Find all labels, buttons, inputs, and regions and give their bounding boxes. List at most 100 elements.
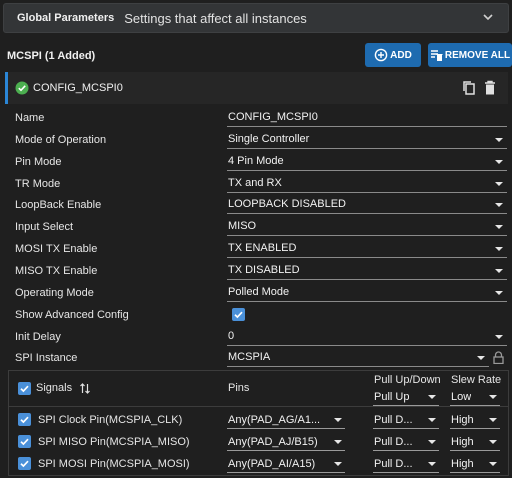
field-label: Pin Mode <box>15 156 62 168</box>
dropdown-caret-icon <box>495 247 503 251</box>
init-delay-select[interactable]: 0 <box>227 327 507 346</box>
signal-name: SPI MOSI Pin(MCSPIA_MOSI) <box>38 458 190 470</box>
tr-mode-select[interactable]: TX and RX <box>227 174 507 193</box>
signal-row: SPI Clock Pin(MCSPIA_CLK) Any(PAD_AG/A1.… <box>9 409 508 431</box>
name-input[interactable]: CONFIG_MCSPI0 <box>227 108 507 127</box>
dropdown-caret-icon <box>334 462 342 466</box>
pull-select[interactable]: Pull D... <box>373 411 439 429</box>
module-header: MCSPI (1 Added) ADD REMOVE ALL <box>4 42 512 70</box>
remove-list-icon <box>430 49 443 61</box>
dropdown-caret-icon <box>477 356 485 360</box>
field-row-spi-instance: SPI Instance MCSPIA <box>0 347 512 369</box>
dropdown-caret-icon <box>489 395 497 399</box>
show-advanced-config-checkbox[interactable] <box>232 308 245 321</box>
checkmark-icon <box>20 438 29 446</box>
field-label: Show Advanced Config <box>15 309 129 321</box>
field-row-operating-mode: Operating Mode Polled Mode <box>0 282 512 304</box>
pull-value: Pull D... <box>374 436 413 448</box>
field-row-input-select: Input Select MISO <box>0 216 512 238</box>
slew-all-value: Low <box>451 391 472 403</box>
field-label: Mode of Operation <box>15 134 107 146</box>
config-instance-item[interactable]: CONFIG_MCSPI0 <box>5 72 508 104</box>
config-instance-name: CONFIG_MCSPI0 <box>33 82 123 94</box>
pin-select[interactable]: Any(PAD_AG/A1... <box>227 411 345 429</box>
slew-value: High <box>451 414 474 426</box>
pin-mode-select[interactable]: 4 Pin Mode <box>227 152 507 171</box>
signal-row-checkbox[interactable] <box>18 435 31 448</box>
dropdown-caret-icon <box>495 335 503 339</box>
slew-value: High <box>451 436 474 448</box>
dropdown-caret-icon <box>495 182 503 186</box>
global-parameters-description: Settings that affect all instances <box>124 10 307 26</box>
field-row-show-advanced-config: Show Advanced Config <box>0 304 512 326</box>
field-value: LOOPBACK DISABLED <box>228 198 346 210</box>
remove-all-button[interactable]: REMOVE ALL <box>428 43 512 67</box>
checkmark-icon <box>20 460 29 468</box>
signal-row-checkbox[interactable] <box>18 413 31 426</box>
field-row-name: Name CONFIG_MCSPI0 <box>0 107 512 129</box>
field-row-mode-of-operation: Mode of Operation Single Controller <box>0 129 512 151</box>
field-label: MOSI TX Enable <box>15 243 98 255</box>
dropdown-caret-icon <box>334 418 342 422</box>
spi-instance-select[interactable]: MCSPIA <box>227 348 489 367</box>
field-label: Input Select <box>15 221 74 233</box>
add-button[interactable]: ADD <box>365 43 421 67</box>
global-parameters-bar[interactable]: Global Parameters Settings that affect a… <box>3 3 509 33</box>
dropdown-caret-icon <box>495 160 503 164</box>
add-button-label: ADD <box>390 49 412 61</box>
field-value: 4 Pin Mode <box>228 155 284 167</box>
pin-select[interactable]: Any(PAD_AJ/B15) <box>227 433 345 451</box>
field-label: TR Mode <box>15 178 61 190</box>
dropdown-caret-icon <box>428 418 436 422</box>
field-value: TX ENABLED <box>228 242 297 254</box>
dropdown-caret-icon <box>495 225 503 229</box>
checkmark-icon <box>234 311 243 319</box>
miso-tx-enable-select[interactable]: TX DISABLED <box>227 261 507 280</box>
trash-icon[interactable] <box>484 80 496 96</box>
field-value: Polled Mode <box>228 286 290 298</box>
field-value: CONFIG_MCSPI0 <box>228 111 318 123</box>
signal-row: SPI MISO Pin(MCSPIA_MISO) Any(PAD_AJ/B15… <box>9 431 508 453</box>
add-circle-icon <box>374 48 388 62</box>
slew-select[interactable]: High <box>450 433 500 451</box>
pull-all-value: Pull Up <box>374 391 410 403</box>
remove-all-button-label: REMOVE ALL <box>444 49 511 61</box>
operating-mode-select[interactable]: Polled Mode <box>227 283 507 302</box>
chevron-down-icon[interactable] <box>482 11 494 23</box>
mosi-tx-enable-select[interactable]: TX ENABLED <box>227 239 507 258</box>
field-label: MISO TX Enable <box>15 265 98 277</box>
checkmark-icon <box>20 416 29 424</box>
mode-of-operation-select[interactable]: Single Controller <box>227 130 507 149</box>
field-label: LoopBack Enable <box>15 199 102 211</box>
slew-all-select[interactable]: Low <box>450 388 500 406</box>
pull-select[interactable]: Pull D... <box>373 433 439 451</box>
pin-select[interactable]: Any(PAD_AI/A15) <box>227 455 345 473</box>
loopback-enable-select[interactable]: LOOPBACK DISABLED <box>227 195 507 214</box>
signals-select-all-checkbox[interactable] <box>18 382 31 395</box>
pin-value: Any(PAD_AI/A15) <box>228 458 316 470</box>
dropdown-caret-icon <box>495 291 503 295</box>
pin-value: Any(PAD_AG/A1... <box>228 414 321 426</box>
slew-select[interactable]: High <box>450 455 500 473</box>
pull-select[interactable]: Pull D... <box>373 455 439 473</box>
field-row-miso-tx-enable: MISO TX Enable TX DISABLED <box>0 260 512 282</box>
field-value: MISO <box>228 220 257 232</box>
input-select-select[interactable]: MISO <box>227 217 507 236</box>
field-label: Operating Mode <box>15 287 94 299</box>
dropdown-caret-icon <box>428 395 436 399</box>
dropdown-caret-icon <box>489 418 497 422</box>
signal-row: SPI MOSI Pin(MCSPIA_MOSI) Any(PAD_AI/A15… <box>9 453 508 475</box>
sort-icon[interactable] <box>79 382 91 395</box>
pull-value: Pull D... <box>374 414 413 426</box>
pull-all-select[interactable]: Pull Up <box>373 388 439 406</box>
slew-select[interactable]: High <box>450 411 500 429</box>
dropdown-caret-icon <box>428 462 436 466</box>
pull-column-header: Pull Up/Down <box>374 374 441 386</box>
signal-row-checkbox[interactable] <box>18 457 31 470</box>
field-value: MCSPIA <box>228 351 271 363</box>
copy-icon[interactable] <box>462 80 476 96</box>
global-parameters-title: Global Parameters <box>17 12 115 24</box>
lock-icon[interactable] <box>493 351 504 364</box>
dropdown-caret-icon <box>489 462 497 466</box>
signals-column-header: Signals <box>36 382 73 394</box>
